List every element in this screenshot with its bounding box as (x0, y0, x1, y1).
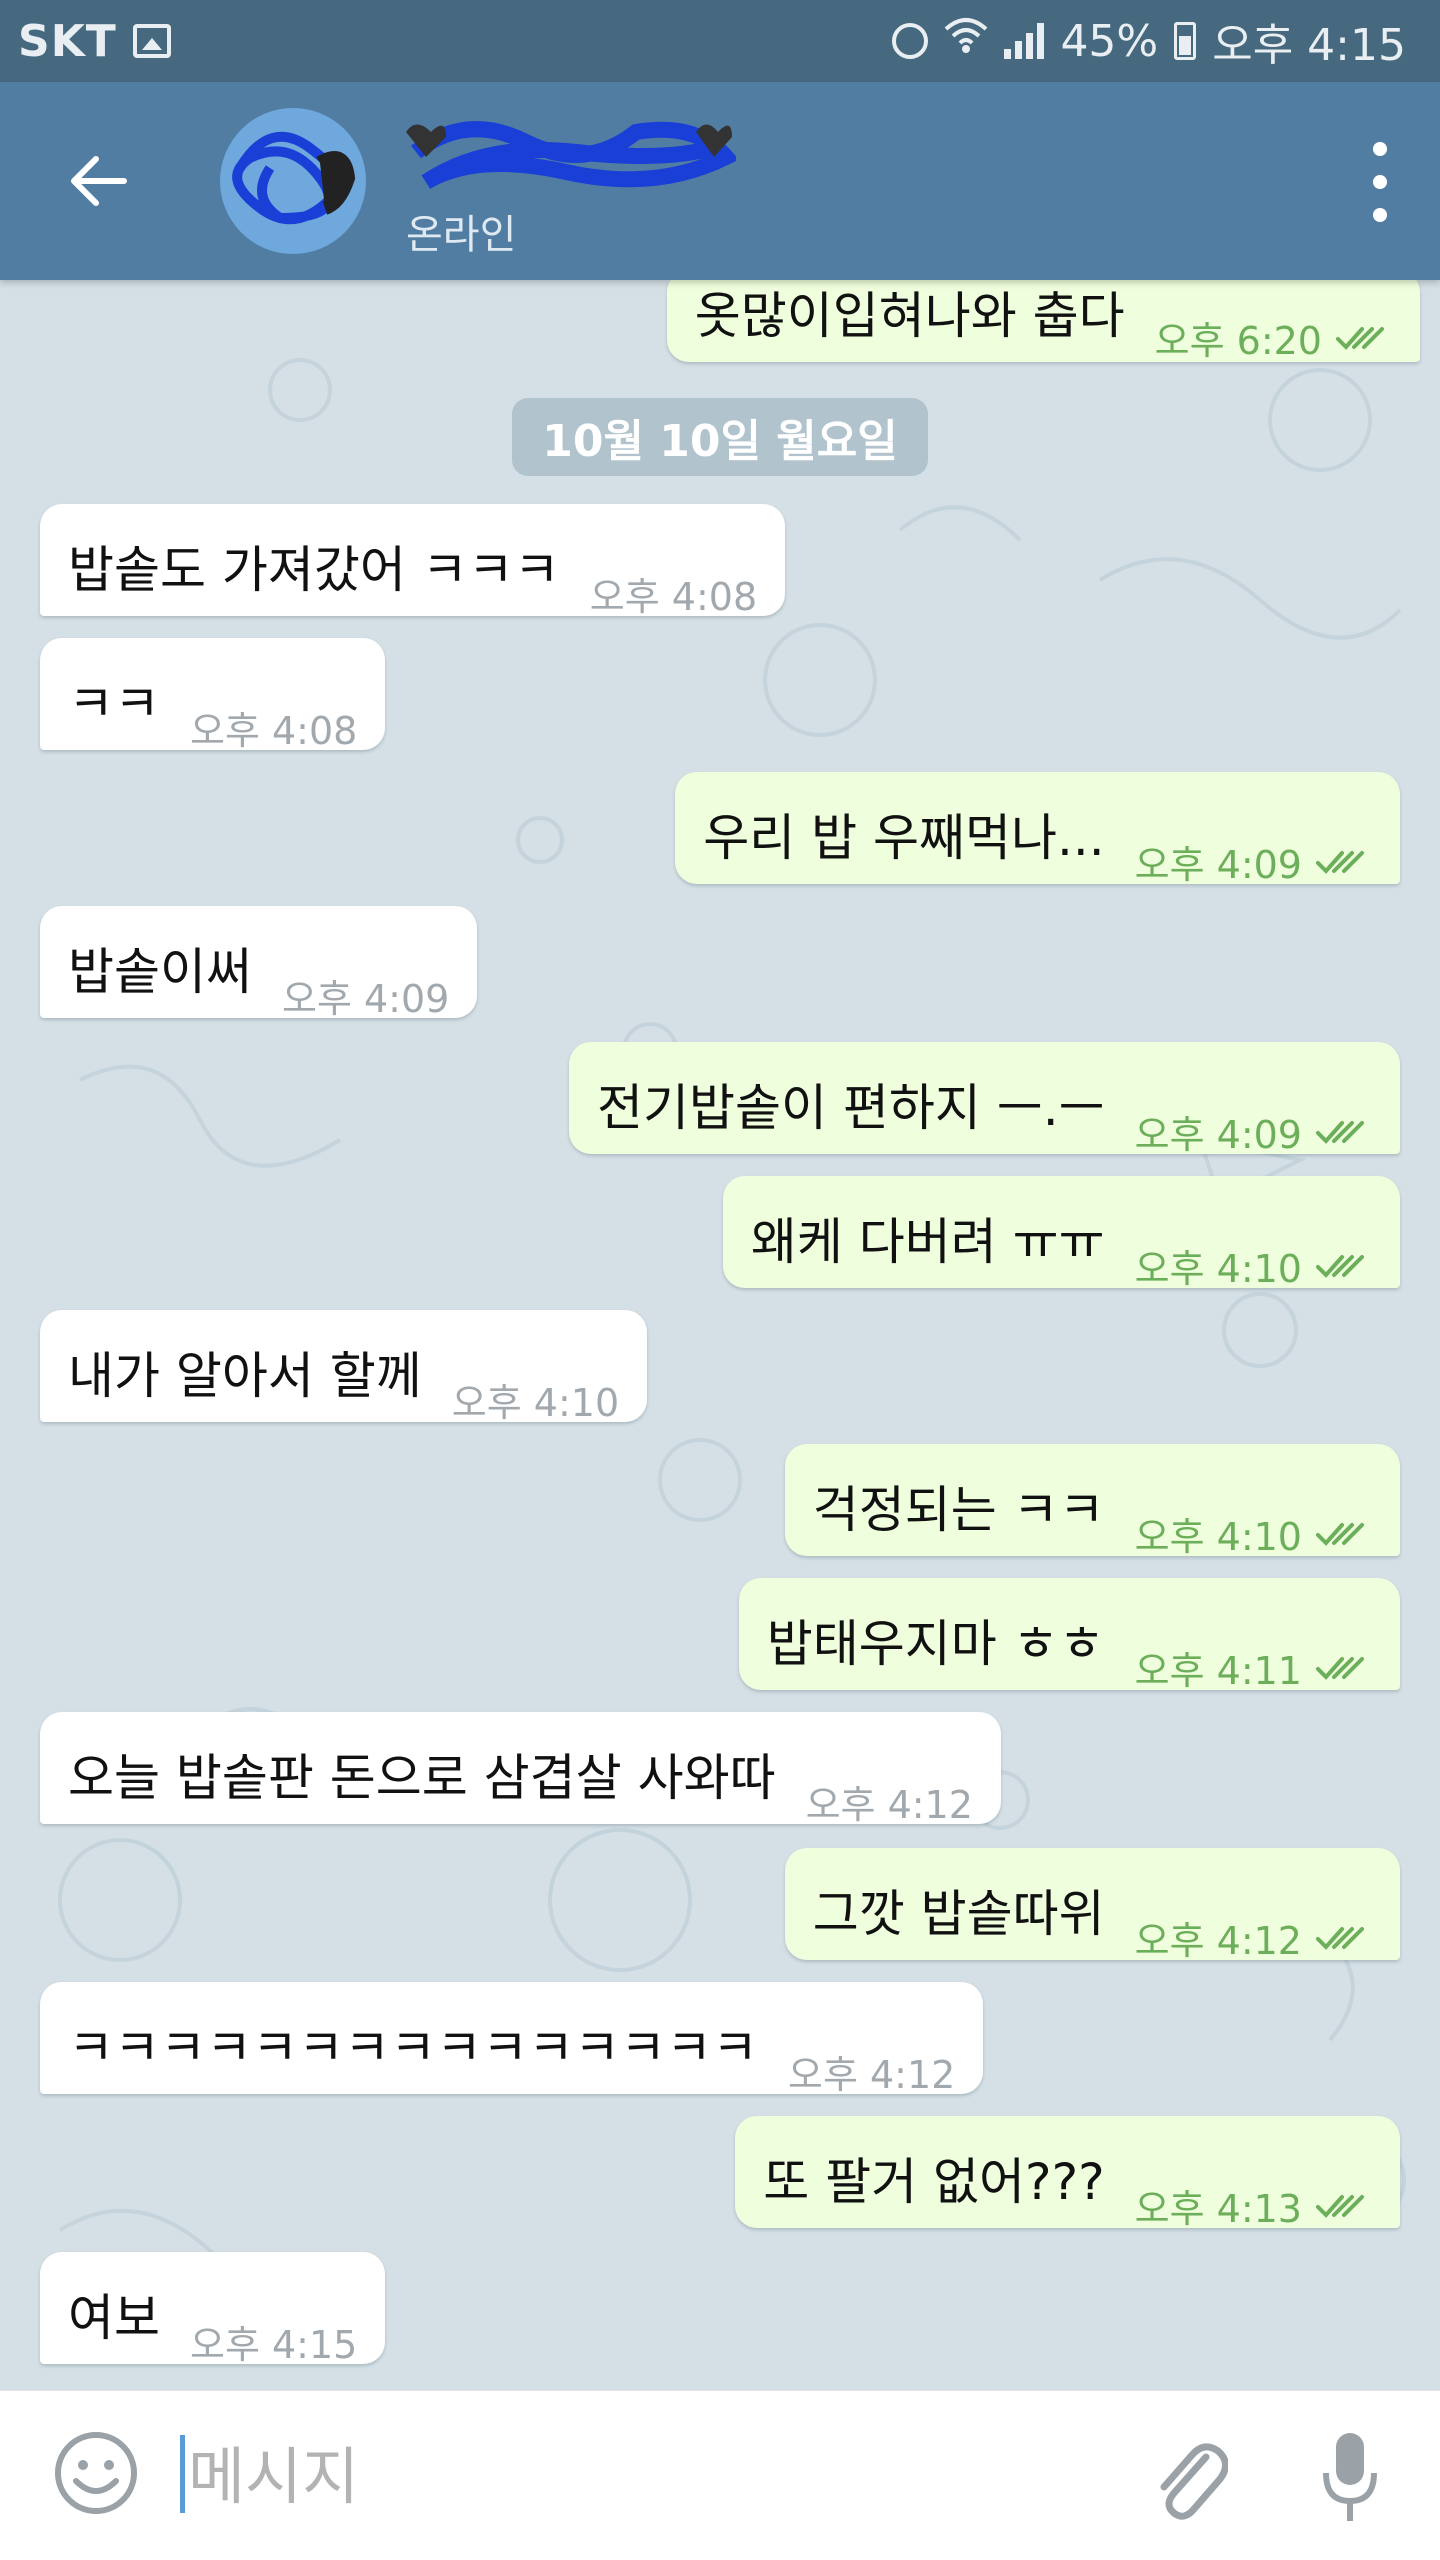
double-check-icon (1316, 1120, 1364, 1144)
outgoing-message[interactable]: 걱정되는 ㅋㅋ 오후 4:10 (784, 1444, 1400, 1559)
status-bar: SKT 45% 오후 4:15 (0, 0, 1440, 82)
message-text: 전기밥솥이 편하지 ㅡ.ㅡ (596, 1079, 1105, 1137)
message-list[interactable]: 10월 10일 월요일 옷많이입혀나와 춥다오후 6:20 밥솥도 가져갔어 ㅋㅋ… (0, 280, 1440, 2390)
message-time: 오후 4:10 (1134, 1247, 1302, 1291)
outgoing-message[interactable]: 밥태우지마 ㅎㅎ 오후 4:11 (738, 1578, 1400, 1693)
message-time: 오후 4:15 (190, 2323, 358, 2367)
outgoing-message[interactable]: 옷많이입혀나와 춥다오후 6:20 (666, 280, 1420, 365)
message-time: 오후 4:08 (589, 575, 758, 619)
message-time: 오후 6:20 (1154, 319, 1322, 363)
composer-bar (0, 2390, 1440, 2560)
message-time: 오후 4:13 (1134, 2187, 1302, 2231)
message-time: 오후 4:12 (805, 1783, 973, 1827)
incoming-message[interactable]: 내가 알아서 할께오후 4:10 (40, 1310, 648, 1425)
message-time: 오후 4:09 (282, 977, 450, 1021)
message-text: 밥솥도 가져갔어 ㅋㅋㅋ (68, 541, 560, 599)
outgoing-message[interactable]: 왜케 다버려 ㅠㅠ 오후 4:10 (722, 1176, 1400, 1291)
message-time: 오후 4:12 (788, 2053, 956, 2097)
message-meta: 오후 4:10 (1135, 1238, 1372, 1293)
double-check-icon (1316, 1926, 1364, 1950)
message-meta: 오후 4:09 (1135, 834, 1372, 889)
message-text: 그깟 밥솥따위 (812, 1885, 1105, 1943)
double-check-icon (1316, 850, 1364, 874)
double-check-icon (1316, 1254, 1364, 1278)
carrier-label: SKT (18, 15, 117, 67)
back-button[interactable] (0, 82, 196, 280)
message-meta: 오후 4:10 (1135, 1506, 1372, 1561)
incoming-message[interactable]: 밥솥도 가져갔어 ㅋㅋㅋ 오후 4:08 (40, 504, 786, 619)
message-text: 오늘 밥솥판 돈으로 삼겹살 사와따 (68, 1749, 776, 1807)
contact-info[interactable]: 온라인 (406, 106, 766, 258)
message-time: 오후 4:12 (1134, 1919, 1302, 1963)
message-time: 오후 4:09 (1134, 1113, 1302, 1157)
message-meta: 오후 4:08 (590, 566, 757, 621)
message-text: 왜케 다버려 ㅠㅠ (750, 1213, 1105, 1271)
arrow-left-icon (71, 156, 127, 206)
double-check-icon (1316, 2194, 1364, 2218)
message-input[interactable] (188, 2431, 1088, 2521)
message-time: 오후 4:09 (1134, 843, 1302, 887)
message-meta: 오후 6:20 (1155, 310, 1392, 365)
double-check-icon (1316, 1522, 1364, 1546)
date-separator: 10월 10일 월요일 (512, 398, 928, 476)
message-meta: 오후 4:12 (788, 2044, 955, 2099)
battery-icon (1174, 22, 1197, 60)
message-meta: 오후 4:09 (1135, 1104, 1372, 1159)
double-check-icon (1316, 1656, 1364, 1680)
avatar[interactable] (220, 108, 366, 254)
more-vertical-icon (1373, 142, 1387, 156)
alarm-icon (892, 23, 929, 59)
incoming-message[interactable]: 여보오후 4:15 (40, 2252, 386, 2367)
wifi-icon (944, 17, 988, 65)
incoming-message[interactable]: ㅋㅋㅋㅋㅋㅋㅋㅋㅋㅋㅋㅋㅋㅋㅋ 오후 4:12 (40, 1982, 984, 2097)
text-cursor (180, 2435, 185, 2513)
outgoing-message[interactable]: 우리 밥 우째먹나... 오후 4:09 (675, 772, 1400, 887)
message-meta: 오후 4:11 (1135, 1640, 1372, 1695)
chat-header: 온라인 (0, 82, 1440, 280)
message-meta: 오후 4:12 (806, 1774, 973, 1829)
message-meta: 오후 4:15 (190, 2314, 357, 2369)
message-text: 또 팔거 없어??? (763, 2153, 1105, 2211)
incoming-message[interactable]: ㅋㅋ 오후 4:08 (40, 638, 386, 753)
message-text: 옷많이입혀나와 춥다 (694, 287, 1125, 345)
message-meta: 오후 4:12 (1135, 1910, 1372, 1965)
message-meta: 오후 4:10 (452, 1372, 619, 1427)
smiley-icon[interactable] (52, 2429, 140, 2517)
message-text: 밥솥이써 (68, 943, 252, 1001)
message-meta: 오후 4:09 (282, 968, 449, 1023)
incoming-message[interactable]: 오늘 밥솥판 돈으로 삼겹살 사와따오후 4:12 (40, 1712, 1001, 1827)
message-meta: 오후 4:08 (190, 700, 357, 755)
message-time: 오후 4:08 (190, 709, 358, 753)
incoming-message[interactable]: 밥솥이써오후 4:09 (40, 906, 478, 1021)
message-text: 우리 밥 우째먹나... (703, 809, 1105, 867)
paperclip-icon[interactable] (1148, 2427, 1228, 2527)
message-text: 여보 (68, 2289, 160, 2347)
message-text: ㅋㅋ (68, 675, 160, 733)
message-text: 내가 알아서 할께 (68, 1347, 422, 1405)
microphone-icon[interactable] (1318, 2427, 1382, 2527)
message-time: 오후 4:10 (1134, 1515, 1302, 1559)
message-text: ㅋㅋㅋㅋㅋㅋㅋㅋㅋㅋㅋㅋㅋㅋㅋ (68, 2019, 758, 2077)
battery-percent: 45% (1060, 15, 1159, 67)
contact-status: 온라인 (406, 212, 517, 258)
signal-icon (1004, 23, 1045, 59)
message-meta: 오후 4:13 (1135, 2178, 1372, 2233)
more-menu-button[interactable] (1360, 142, 1400, 222)
outgoing-message[interactable]: 또 팔거 없어??? 오후 4:13 (735, 2116, 1400, 2231)
status-right: 45% 오후 4:15 (892, 9, 1406, 73)
redaction-scribble (232, 131, 356, 225)
outgoing-message[interactable]: 전기밥솥이 편하지 ㅡ.ㅡ 오후 4:09 (568, 1042, 1400, 1157)
message-text: 밥태우지마 ㅎㅎ (766, 1615, 1105, 1673)
redacted-contact-name (406, 121, 736, 189)
message-time: 오후 4:11 (1134, 1649, 1302, 1693)
double-check-icon (1336, 326, 1384, 350)
clock: 오후 4:15 (1212, 20, 1406, 71)
message-text: 걱정되는 ㅋㅋ (812, 1481, 1105, 1539)
status-left: SKT (18, 16, 171, 67)
outgoing-message[interactable]: 그깟 밥솥따위오후 4:12 (784, 1848, 1400, 1963)
message-time: 오후 4:10 (451, 1381, 620, 1425)
image-notification-icon (132, 24, 171, 58)
